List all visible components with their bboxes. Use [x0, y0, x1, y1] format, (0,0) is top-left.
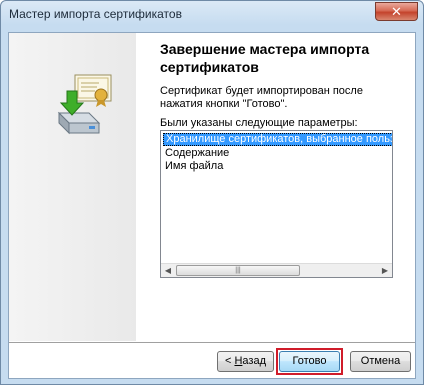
divider — [9, 342, 415, 344]
list-item[interactable]: Имя файла — [163, 160, 223, 173]
horizontal-scrollbar[interactable]: ◀ ||| ▶ — [161, 263, 392, 277]
arrow-left-icon[interactable]: ◀ — [161, 264, 175, 277]
certificate-import-icon — [57, 74, 112, 135]
close-button[interactable]: ✕ — [375, 2, 418, 21]
params-listbox[interactable]: Хранилище сертификатов, выбранное пользо… — [160, 130, 393, 278]
scrollbar-thumb[interactable]: ||| — [176, 265, 300, 276]
page-title: Завершение мастера импорта сертификатов — [160, 41, 370, 75]
cancel-button[interactable]: Отмена — [350, 351, 411, 372]
finish-button[interactable]: Готово — [279, 351, 340, 372]
back-button[interactable]: < Назад — [217, 351, 274, 372]
arrow-right-icon[interactable]: ▶ — [378, 264, 392, 277]
title-bar[interactable]: Мастер импорта сертификатов ✕ — [1, 1, 423, 27]
page-description: Сертификат будет импортирован после нажа… — [160, 85, 363, 110]
list-item[interactable]: Хранилище сертификатов, выбранное пользо… — [163, 133, 392, 146]
wizard-window: Мастер импорта сертификатов ✕ Завершение… — [0, 0, 424, 385]
wizard-body: Завершение мастера импорта сертификатов … — [8, 32, 416, 379]
list-item[interactable]: Содержание — [163, 147, 229, 160]
params-label: Были указаны следующие параметры: — [160, 117, 358, 129]
window-title: Мастер импорта сертификатов — [9, 7, 182, 21]
close-icon: ✕ — [391, 3, 402, 19]
back-label-rest: азад — [242, 355, 266, 367]
wizard-side-panel — [9, 33, 136, 341]
